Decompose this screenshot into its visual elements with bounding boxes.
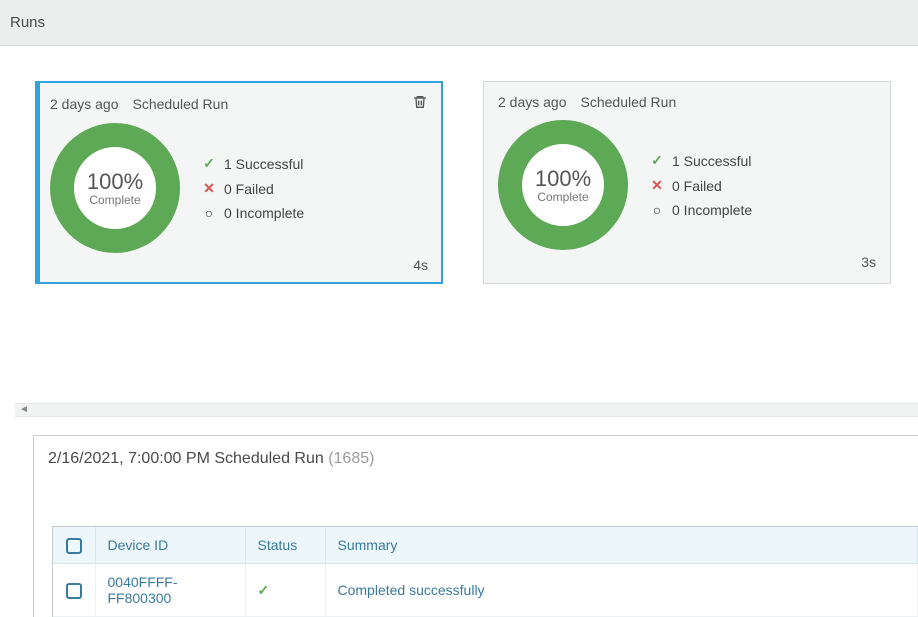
stat-successful: ✓ 1 Successful [202,155,304,172]
donut-center: 100% Complete [50,123,180,253]
chevron-left-icon: ◄ [19,404,29,415]
run-card-header: 2 days ago Scheduled Run [50,94,428,113]
donut-label: Complete [537,190,588,204]
table-row[interactable]: 0040FFFF-FF800300 ✓ Completed successful… [53,564,918,617]
results-table: Device ID Status Summary 0040FFFF-FF8003… [53,527,918,617]
run-type: Scheduled Run [133,96,229,112]
run-card-body: 100% Complete ✓ 1 Successful ✕ 0 Failed … [498,120,876,250]
stat-failed: ✕ 0 Failed [202,180,304,197]
stat-successful-label: 1 Successful [224,156,303,172]
donut-label: Complete [89,193,140,207]
detail-count: (1685) [328,450,374,467]
circle-icon: ○ [650,202,664,218]
completion-donut: 100% Complete [50,123,180,253]
run-duration: 3s [498,254,876,270]
page-title: Runs [10,14,45,31]
stat-incomplete-label: 0 Incomplete [672,202,752,218]
checkbox-icon[interactable] [66,583,82,599]
col-status[interactable]: Status [245,527,325,564]
donut-percent: 100% [87,169,143,195]
run-type: Scheduled Run [581,94,677,110]
stat-failed: ✕ 0 Failed [650,177,752,194]
table-header-row: Device ID Status Summary [53,527,918,564]
stat-failed-label: 0 Failed [224,181,274,197]
detail-header: 2/16/2021, 7:00:00 PM Scheduled Run (168… [34,436,918,482]
splitter-handle[interactable]: ◄ [15,403,918,417]
run-detail-panel: 2/16/2021, 7:00:00 PM Scheduled Run (168… [33,435,918,617]
x-icon: ✕ [202,180,216,197]
run-age: 2 days ago [50,96,119,112]
stat-successful: ✓ 1 Successful [650,152,752,169]
donut-center: 100% Complete [498,120,628,250]
stat-incomplete-label: 0 Incomplete [224,205,304,221]
x-icon: ✕ [650,177,664,194]
run-cards-row: 2 days ago Scheduled Run 100% Complete ✓… [0,46,918,284]
run-card-header: 2 days ago Scheduled Run [498,94,876,110]
run-card-body: 100% Complete ✓ 1 Successful ✕ 0 Failed … [50,123,428,253]
completion-donut: 100% Complete [498,120,628,250]
trash-icon [412,94,428,110]
check-icon: ✓ [202,155,216,172]
run-stats: ✓ 1 Successful ✕ 0 Failed ○ 0 Incomplete [202,155,304,221]
donut-percent: 100% [535,166,591,192]
run-card[interactable]: 2 days ago Scheduled Run 100% Complete ✓… [35,81,443,284]
check-icon: ✓ [650,152,664,169]
stat-failed-label: 0 Failed [672,178,722,194]
stat-incomplete: ○ 0 Incomplete [202,205,304,221]
circle-icon: ○ [202,205,216,221]
run-age: 2 days ago [498,94,567,110]
detail-title: 2/16/2021, 7:00:00 PM Scheduled Run [48,450,328,467]
run-stats: ✓ 1 Successful ✕ 0 Failed ○ 0 Incomplete [650,152,752,218]
cell-status: ✓ [245,564,325,617]
page-header: Runs [0,0,918,46]
detail-body: Device ID Status Summary 0040FFFF-FF8003… [52,526,918,617]
row-select[interactable] [53,564,95,617]
cell-summary: Completed successfully [325,564,918,617]
col-summary[interactable]: Summary [325,527,918,564]
stat-successful-label: 1 Successful [672,153,751,169]
col-device-id[interactable]: Device ID [95,527,245,564]
select-all-header[interactable] [53,527,95,564]
delete-run-button[interactable] [412,94,428,113]
check-icon: ✓ [258,582,270,598]
stat-incomplete: ○ 0 Incomplete [650,202,752,218]
checkbox-icon[interactable] [66,538,82,554]
run-card[interactable]: 2 days ago Scheduled Run 100% Complete ✓… [483,81,891,284]
run-duration: 4s [50,257,428,273]
cell-device-id[interactable]: 0040FFFF-FF800300 [95,564,245,617]
